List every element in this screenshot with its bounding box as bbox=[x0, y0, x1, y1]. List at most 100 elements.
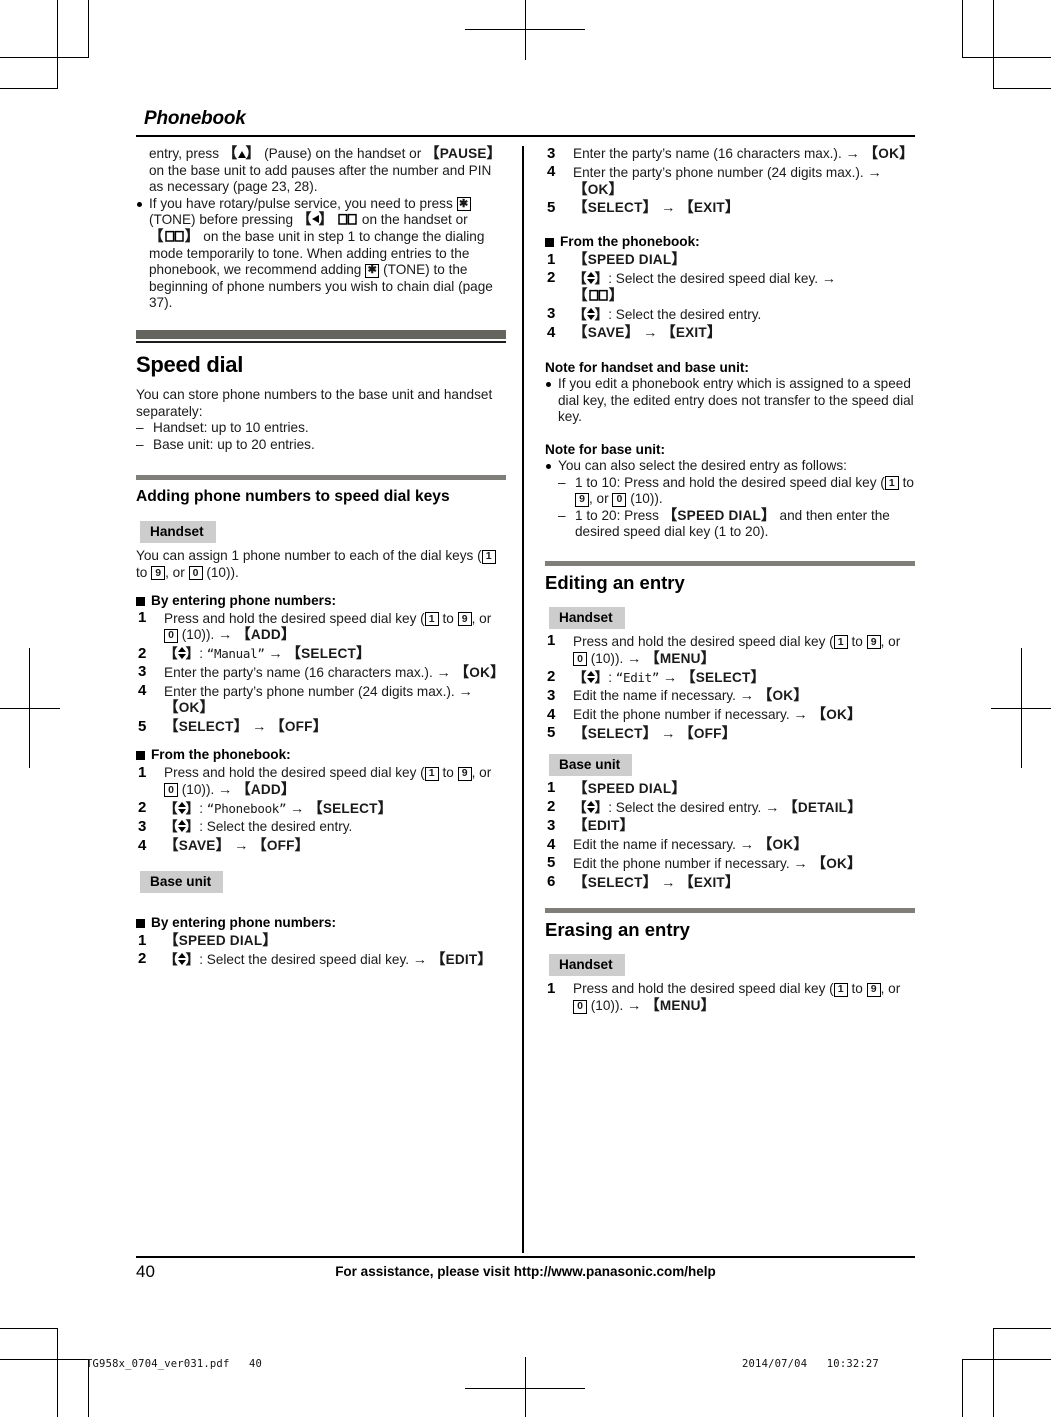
divider-bar bbox=[545, 560, 915, 566]
softkey-select: 【SELECT】 bbox=[573, 874, 658, 891]
softkey-select: 【SELECT】 bbox=[573, 725, 658, 742]
step-number: 1 bbox=[138, 763, 147, 781]
crop-mark-top-left-h bbox=[0, 57, 89, 58]
softkey-speed-dial: 【SPEED DIAL】 bbox=[662, 507, 776, 524]
speed-dial-limit-handset: Handset: up to 10 entries. bbox=[136, 420, 506, 437]
step-number: 2 bbox=[138, 644, 147, 662]
crop-mark-bottom-left-inner-h bbox=[0, 1328, 58, 1329]
divider-line bbox=[136, 340, 506, 343]
crop-mark-top-left-inner-v bbox=[88, 0, 89, 58]
softkey-speed-dial: 【SPEED DIAL】 bbox=[573, 780, 687, 797]
navigator-key-icon: 【】 bbox=[573, 799, 609, 815]
steps-handset-from-phonebook: 1 Press and hold the desired speed dial k… bbox=[136, 763, 506, 855]
softkey-speed-dial: 【SPEED DIAL】 bbox=[164, 933, 278, 950]
print-slug-timestamp: 2014/07/04 10:32:27 bbox=[742, 1358, 879, 1370]
step-item: 5 【SELECT】 → 【OFF】 bbox=[136, 718, 506, 736]
arrow-icon: → bbox=[252, 719, 267, 736]
softkey-exit: 【EXIT】 bbox=[679, 200, 740, 217]
crop-mark-top-center-v bbox=[525, 0, 526, 60]
crop-mark-bottom-left-v bbox=[57, 1328, 58, 1417]
dial-key-0: 0 bbox=[612, 492, 627, 507]
softkey-select: 【SELECT】 bbox=[308, 800, 393, 817]
steps-handset-by-entering: 1 Press and hold the desired speed dial k… bbox=[136, 609, 506, 737]
crop-mark-top-left-inner-h bbox=[0, 88, 58, 89]
speed-dial-intro: You can store phone numbers to the base … bbox=[136, 386, 493, 419]
dial-key-0: 0 bbox=[573, 999, 587, 1014]
arrow-icon: → bbox=[218, 627, 233, 644]
step-item: 4 【SAVE】 → 【EXIT】 bbox=[545, 323, 915, 342]
step-number: 4 bbox=[547, 323, 556, 341]
note-base-sub-1-to-20: 1 to 20: Press 【SPEED DIAL】 and then ent… bbox=[558, 508, 915, 541]
dial-key-1: 1 bbox=[833, 982, 848, 997]
dial-key-9: 9 bbox=[866, 982, 881, 997]
arrow-icon: → bbox=[661, 725, 676, 742]
step-number: 6 bbox=[547, 873, 556, 891]
section-divider-speed-dial bbox=[136, 329, 506, 343]
key-pause-handset: 【】 bbox=[222, 146, 261, 162]
softkey-save: 【SAVE】 bbox=[573, 325, 640, 342]
crop-mark-bottom-center-h bbox=[465, 1388, 585, 1389]
subsection-divider-adding bbox=[136, 475, 506, 481]
arrow-icon: → bbox=[845, 146, 860, 162]
steps-editing-base: 1 【SPEED DIAL】 2 【】: Select the desired en… bbox=[545, 779, 915, 892]
two-column-body: entry, press 【】 (Pause) on the handset o… bbox=[136, 144, 915, 1253]
step-number: 5 bbox=[547, 854, 556, 872]
left-arrow-icon bbox=[311, 215, 319, 224]
print-slug-filename: TG958x_0704_ver031.pdf 40 bbox=[86, 1358, 263, 1370]
step-item: 1 【SPEED DIAL】 bbox=[545, 779, 915, 798]
crop-mark-bottom-right-h bbox=[962, 1359, 1051, 1360]
step-number: 4 bbox=[547, 163, 556, 181]
softkey-select: 【SELECT】 bbox=[164, 719, 249, 736]
arrow-icon: → bbox=[218, 781, 233, 798]
key-phonebook-base: 【】 bbox=[573, 287, 624, 304]
section-heading-speed-dial: Speed dial bbox=[136, 351, 244, 377]
dial-key-9: 9 bbox=[151, 566, 166, 581]
badge-base-unit: Base unit bbox=[140, 871, 224, 894]
up-arrow-icon bbox=[237, 151, 246, 158]
crop-mark-top-right-inner-h bbox=[993, 88, 1051, 89]
step-item: 2 【】: “Phonebook” → 【SELECT】 bbox=[138, 799, 393, 817]
note-heading-base-unit: Note for base unit: bbox=[545, 441, 666, 457]
step-item: 2 【】: Select the desired entry. → 【DETAIL… bbox=[547, 798, 862, 816]
step-number: 4 bbox=[547, 835, 556, 853]
badge-base-unit: Base unit bbox=[549, 753, 633, 776]
step-number: 2 bbox=[138, 799, 147, 817]
step-item: 3 【】: Select the desired entry. bbox=[138, 817, 353, 835]
step-number: 2 bbox=[138, 950, 147, 968]
divider-bar bbox=[136, 329, 506, 339]
softkey-save: 【SAVE】 bbox=[164, 838, 231, 855]
subsection-divider-editing bbox=[545, 560, 915, 566]
softkey-detail: 【DETAIL】 bbox=[783, 799, 862, 816]
step-number: 3 bbox=[547, 144, 556, 162]
softkey-off: 【OFF】 bbox=[679, 725, 737, 742]
arrow-icon: → bbox=[739, 837, 754, 854]
dial-key-0: 0 bbox=[164, 628, 178, 643]
step-number: 3 bbox=[138, 817, 147, 835]
note-heading-handset-and-base: Note for handset and base unit: bbox=[545, 360, 749, 376]
navigator-key-icon: 【】 bbox=[164, 646, 200, 662]
badge-handset: Handset bbox=[549, 954, 625, 977]
step-number: 1 bbox=[138, 609, 147, 626]
dial-key-9: 9 bbox=[866, 635, 881, 650]
step-item: 4 【SAVE】 → 【OFF】 bbox=[136, 837, 506, 855]
arrow-icon: → bbox=[412, 951, 428, 968]
navigator-key-icon: 【】 bbox=[164, 800, 200, 816]
badge-handset: Handset bbox=[549, 606, 625, 629]
subsection-heading-editing: Editing an entry bbox=[545, 571, 685, 593]
crop-mark-bottom-right-inner-h bbox=[993, 1328, 1051, 1329]
step-number: 1 bbox=[547, 779, 556, 797]
softkey-ok: 【OK】 bbox=[811, 855, 862, 872]
arrow-icon: → bbox=[268, 646, 283, 663]
arrow-icon: → bbox=[458, 683, 473, 700]
step-number: 3 bbox=[547, 305, 556, 323]
key-left-arrow: 【】 bbox=[296, 212, 334, 229]
steps-base-by-entering-continued: 3 Enter the party’s name (16 characters m… bbox=[545, 144, 915, 217]
dial-key-1: 1 bbox=[424, 766, 439, 781]
page-title: Phonebook bbox=[144, 108, 246, 129]
softkey-menu: 【MENU】 bbox=[645, 650, 716, 667]
softkey-select: 【SELECT】 bbox=[573, 200, 658, 217]
softkey-menu: 【MENU】 bbox=[645, 998, 716, 1015]
softkey-add: 【ADD】 bbox=[236, 781, 296, 798]
subsection-heading-adding: Adding phone numbers to speed dial keys bbox=[136, 488, 450, 506]
softkey-ok: 【OK】 bbox=[863, 146, 914, 162]
